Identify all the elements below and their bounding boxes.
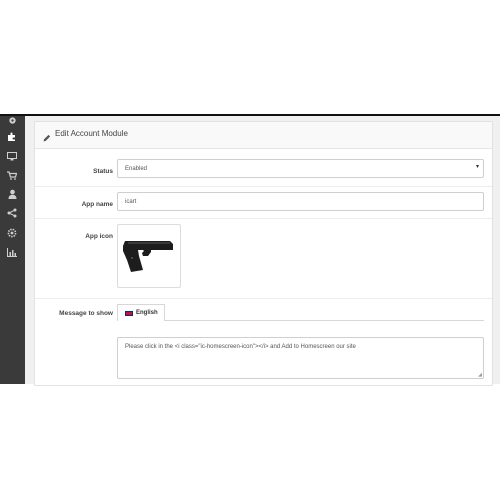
app-icon-label: App icon bbox=[85, 233, 113, 240]
panel-title: Edit Account Module bbox=[55, 129, 128, 138]
app-icon-thumbnail[interactable] bbox=[117, 224, 181, 288]
puzzle-icon[interactable] bbox=[5, 130, 19, 142]
status-select[interactable]: Enabled ▾ bbox=[117, 159, 484, 178]
tab-english[interactable]: English bbox=[117, 304, 165, 321]
cart-icon[interactable] bbox=[5, 169, 19, 181]
tab-english-label: English bbox=[136, 310, 158, 316]
main-content: Edit Account Module Status Enabled ▾ App… bbox=[25, 116, 500, 386]
bar-chart-icon[interactable] bbox=[5, 246, 19, 258]
divider bbox=[35, 186, 492, 187]
cog-icon[interactable] bbox=[5, 227, 19, 239]
message-label: Message to show bbox=[59, 310, 113, 317]
chevron-down-icon: ▾ bbox=[475, 164, 479, 170]
tab-underline bbox=[165, 320, 484, 321]
panel-heading: Edit Account Module bbox=[35, 122, 492, 149]
divider bbox=[35, 298, 492, 299]
divider bbox=[35, 218, 492, 219]
user-icon[interactable] bbox=[5, 188, 19, 200]
app-name-label: App name bbox=[81, 201, 113, 208]
app-name-input[interactable]: icart bbox=[117, 192, 484, 211]
pencil-icon bbox=[43, 129, 51, 147]
share-icon[interactable] bbox=[5, 207, 19, 219]
status-select-value: Enabled bbox=[125, 166, 148, 172]
resize-handle-icon[interactable]: ◢ bbox=[478, 372, 482, 378]
uk-flag-icon bbox=[125, 311, 133, 316]
edit-module-panel: Edit Account Module Status Enabled ▾ App… bbox=[34, 121, 493, 386]
message-textarea-value: Please click in the <i class="ic-homescr… bbox=[125, 344, 356, 350]
monitor-icon[interactable] bbox=[5, 150, 19, 162]
sidebar bbox=[0, 116, 25, 384]
message-textarea[interactable]: Please click in the <i class="ic-homescr… bbox=[117, 337, 484, 379]
pistol-icon bbox=[123, 241, 173, 272]
gear-icon[interactable] bbox=[5, 114, 19, 126]
status-label: Status bbox=[93, 168, 113, 175]
